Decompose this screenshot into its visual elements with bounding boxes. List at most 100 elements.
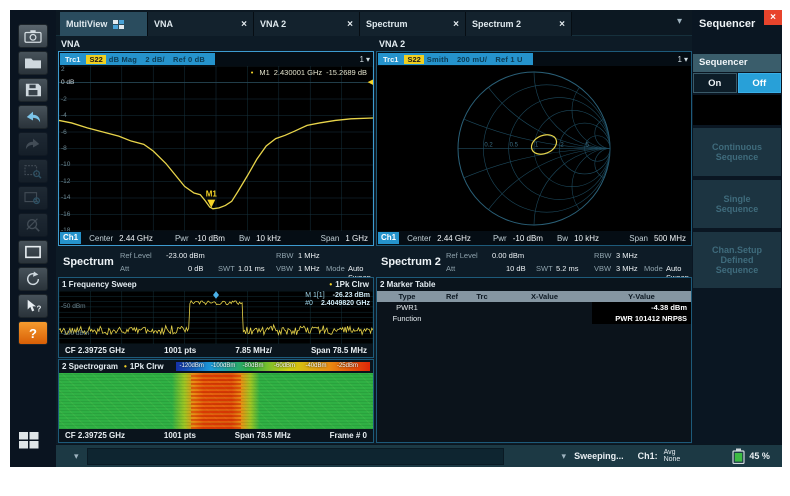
tab-spectrum2[interactable]: Spectrum 2 ×	[466, 12, 572, 36]
tab-spectrum[interactable]: Spectrum ×	[360, 12, 466, 36]
span-label: Span	[321, 234, 340, 243]
swt-value[interactable]: 1.01 ms	[238, 264, 265, 273]
vna2-sparam-chip: S22	[404, 55, 423, 64]
span-value[interactable]: 500 MHz	[654, 234, 686, 243]
vna2-trace-settings[interactable]: Trc1 S22 Smith 200 mU/ Ref 1 U	[378, 53, 533, 65]
vna-trace-settings[interactable]: Trc1 S22 dB Mag 2 dB/ Ref 0 dB	[60, 53, 215, 65]
chevron-down-icon: ▾	[366, 55, 370, 64]
spectrum-header[interactable]: Spectrum Ref Level -23.00 dBm Att 0 dB S…	[58, 248, 374, 277]
swt-value[interactable]: 5.2 ms	[556, 264, 579, 273]
spectrum-plot[interactable]: -50 dBm -100 dBm M 1[1]-26.23 dBm #02.40…	[59, 291, 373, 344]
refresh-icon[interactable]	[18, 267, 48, 291]
vbw-value[interactable]: 3 MHz	[616, 264, 638, 273]
tab-vna[interactable]: VNA ×	[148, 12, 254, 36]
chan-setup-defined-sequence-button[interactable]: Chan.Setup Defined Sequence	[693, 232, 781, 288]
cf-value[interactable]: CF 2.39725 GHz	[65, 346, 125, 355]
vna-marker-level: -15.2689 dB	[326, 68, 367, 77]
vna-marker-freq: 2.430001 GHz	[274, 68, 322, 77]
span-value[interactable]: 1 GHz	[345, 234, 368, 243]
vbw-value[interactable]: 1 MHz	[298, 264, 320, 273]
vna-footer: Ch1 Center 2.44 GHz Pwr -10 dBm Bw 10 kH…	[59, 231, 373, 245]
vna-frame: Trc1 S22 dB Mag 2 dB/ Ref 0 dB 1 ▾ M1 20…	[58, 51, 374, 246]
vna-trace-ref: Ref 0 dB	[173, 55, 205, 64]
pwr-value[interactable]: -10 dBm	[513, 234, 543, 243]
status-chevron-icon[interactable]: ▾	[562, 451, 567, 462]
sequencer-sidebar: × Sequencer Sequencer On Off Continuous …	[692, 10, 782, 444]
att-label: Att	[446, 264, 455, 273]
spectrum-title: Spectrum	[63, 256, 114, 268]
zoom-off-icon[interactable]	[18, 213, 48, 237]
redo-icon[interactable]	[18, 132, 48, 156]
frame-value[interactable]: Frame # 0	[330, 431, 367, 440]
ref-level-value[interactable]: 0.00 dBm	[492, 251, 524, 260]
marker-table-window[interactable]: 2 Marker Table Type Ref Trc X-Value Y-Va…	[376, 277, 692, 443]
status-bar: ▾ ▾ Sweeping... Ch1: AvgNone 45 %	[56, 444, 782, 467]
spectrum2-header[interactable]: Spectrum 2 Ref Level 0.00 dBm Att 10 dB …	[376, 248, 692, 277]
screenshot-camera-icon[interactable]	[18, 24, 48, 48]
rbw-value[interactable]: 1 MHz	[298, 251, 320, 260]
tab-vna-close-icon[interactable]: ×	[233, 19, 247, 30]
context-help-pointer-icon[interactable]: ?	[18, 294, 48, 318]
zoom-reset-icon[interactable]	[18, 186, 48, 210]
windows-logo-icon[interactable]	[18, 430, 40, 455]
zoom-area-icon[interactable]	[18, 159, 48, 183]
tab-spectrum-close-icon[interactable]: ×	[445, 19, 459, 30]
bw-value[interactable]: 10 kHz	[256, 234, 281, 243]
tab-vna-label: VNA	[154, 19, 173, 29]
single-sequence-button[interactable]: Single Sequence	[693, 180, 781, 228]
vna2-tracebar: Trc1 S22 Smith 200 mU/ Ref 1 U 1 ▾	[377, 52, 691, 66]
continuous-sequence-button[interactable]: Continuous Sequence	[693, 128, 781, 176]
att-label: Att	[120, 264, 129, 273]
vna-panel[interactable]: VNA Trc1 S22 dB Mag 2 dB/ Ref 0 dB 1 ▾	[58, 38, 374, 246]
att-value[interactable]: 10 dB	[506, 264, 526, 273]
vna-window-select[interactable]: 1 ▾	[360, 52, 373, 66]
bw-value[interactable]: 10 kHz	[574, 234, 599, 243]
span-value[interactable]: Span 78.5 MHz	[311, 346, 367, 355]
status-expand-chevron-icon[interactable]: ▾	[74, 451, 79, 462]
vna-graph[interactable]: M1 20 dB-2-4-6-8-10-12-14-16-18 •M12.430…	[59, 66, 373, 231]
sequencer-on-button[interactable]: On	[693, 73, 737, 93]
tab-multiview[interactable]: MultiView	[60, 12, 148, 36]
vna2-panel[interactable]: VNA 2 Trc1 S22 Smith 200 mU/ Ref 1 U 1 ▾	[376, 38, 692, 246]
center-value[interactable]: 2.44 GHz	[119, 234, 153, 243]
battery-icon	[732, 448, 745, 464]
marker-table-row[interactable]: Function PWR 101412 NRP8S	[377, 313, 691, 324]
cf-value[interactable]: CF 2.39725 GHz	[65, 431, 125, 440]
spectrogram-plot[interactable]	[59, 373, 373, 429]
span-value[interactable]: Span 78.5 MHz	[235, 431, 291, 440]
vna2-window-select[interactable]: 1 ▾	[678, 52, 691, 66]
vna2-smith-graph[interactable]: 0.20.5125	[377, 66, 691, 231]
tab-vna2[interactable]: VNA 2 ×	[254, 12, 360, 36]
help-icon[interactable]: ?	[18, 321, 48, 345]
att-value[interactable]: 0 dB	[188, 264, 203, 273]
marker-table-row[interactable]: PWR1 -4.38 dBm	[377, 302, 691, 313]
center-value[interactable]: 2.44 GHz	[437, 234, 471, 243]
vna-channel-chip[interactable]: Ch1	[60, 232, 81, 244]
pwr-value[interactable]: -10 dBm	[195, 234, 225, 243]
display-window-icon[interactable]	[18, 240, 48, 264]
save-icon[interactable]	[18, 78, 48, 102]
tab-vna2-close-icon[interactable]: ×	[339, 19, 353, 30]
spectrogram-title: 2 Spectrogram	[62, 362, 118, 371]
vna-y-axis-label: -6	[61, 129, 67, 136]
tab-spectrum2-close-icon[interactable]: ×	[551, 19, 565, 30]
undo-icon[interactable]	[18, 105, 48, 129]
close-icon[interactable]: ×	[764, 10, 782, 25]
mode-label: Mode	[326, 264, 345, 273]
trace-legend: •1Pk Clrw	[124, 362, 168, 371]
spectrogram-window[interactable]: 2 Spectrogram •1Pk Clrw -120dBm-100dBm-8…	[58, 359, 374, 443]
sequencer-off-button[interactable]: Off	[738, 73, 782, 93]
ref-level-value[interactable]: -23.00 dBm	[166, 251, 205, 260]
status-average: AvgNone	[664, 449, 681, 464]
spectrum-panel[interactable]: Spectrum Ref Level -23.00 dBm Att 0 dB S…	[58, 248, 374, 444]
mode-label: Mode	[644, 264, 663, 273]
open-folder-icon[interactable]	[18, 51, 48, 75]
spectrogram-signal-band	[191, 373, 241, 429]
frequency-sweep-window[interactable]: 1 Frequency Sweep •1Pk Clrw -50 dBm -100…	[58, 277, 374, 358]
sequencer-title: Sequencer	[699, 18, 755, 30]
status-message-field[interactable]	[87, 448, 504, 465]
tab-overflow-chevron-icon[interactable]: ▾	[677, 16, 682, 27]
rbw-value[interactable]: 3 MHz	[616, 251, 638, 260]
spectrum2-panel[interactable]: Spectrum 2 Ref Level 0.00 dBm Att 10 dB …	[376, 248, 692, 444]
vna2-channel-chip[interactable]: Ch1	[378, 232, 399, 244]
